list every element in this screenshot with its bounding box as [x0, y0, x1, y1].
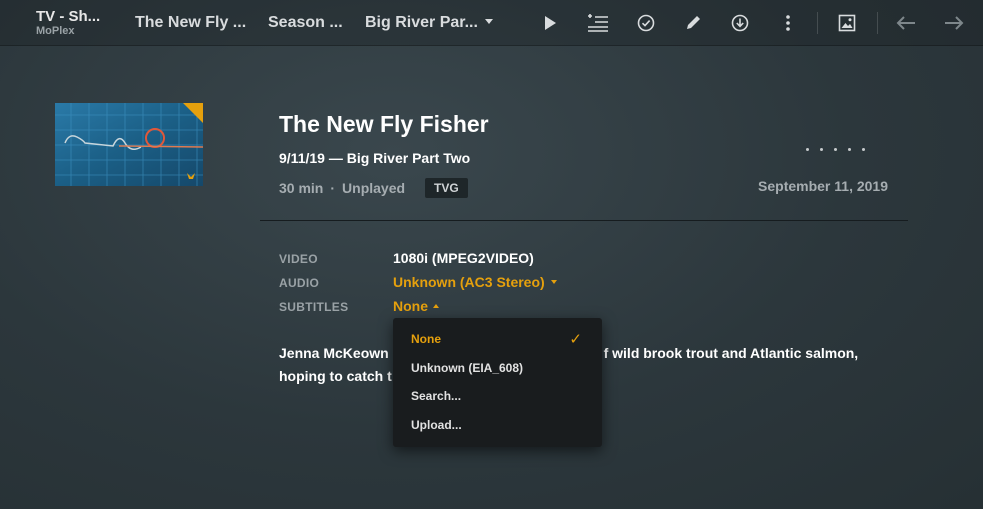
breadcrumb-show[interactable]: The New Fly ... [135, 14, 246, 32]
video-value: 1080i (MPEG2VIDEO) [393, 250, 534, 266]
unwatched-corner-badge [183, 103, 203, 123]
summary-line-1-start: Jenna McKeown [279, 345, 393, 361]
download-icon[interactable] [728, 11, 752, 35]
rating-dot[interactable] [806, 148, 809, 151]
episode-thumbnail-image [55, 103, 203, 186]
breadcrumb-season[interactable]: Season ... [268, 14, 343, 32]
mark-watched-icon[interactable] [634, 11, 658, 35]
audio-value: Unknown (AC3 Stereo) [393, 274, 545, 290]
option-label: Unknown (EIA_608) [411, 360, 524, 375]
content-rating-badge: TVG [425, 178, 468, 198]
air-date: September 11, 2019 [758, 178, 888, 194]
library-title: TV - Sh... [36, 8, 101, 25]
star-rating[interactable] [806, 148, 865, 151]
forward-arrow-icon[interactable] [942, 11, 966, 35]
toolbar-divider [817, 12, 818, 34]
episode-thumbnail[interactable] [55, 103, 203, 186]
subtitles-value: None [393, 298, 428, 314]
artwork-icon[interactable] [835, 11, 859, 35]
rating-dot[interactable] [848, 148, 851, 151]
rating-dot[interactable] [834, 148, 837, 151]
back-arrow-icon[interactable] [894, 11, 918, 35]
episode-title: 9/11/19 — Big River Part Two [279, 150, 471, 166]
play-icon[interactable] [538, 11, 562, 35]
subtitles-dropdown-menu: None ✓ Unknown (EIA_608) Search... Uploa… [393, 318, 602, 447]
breadcrumb-episode-label: Big River Par... [365, 14, 478, 31]
meta-separator: · [330, 180, 336, 196]
toolbar-divider [877, 12, 878, 34]
add-to-queue-icon[interactable] [586, 11, 610, 35]
library-switcher[interactable]: TV - Sh... MoPlex [36, 8, 100, 38]
play-status: Unplayed [342, 180, 406, 196]
rating-dot[interactable] [820, 148, 823, 151]
chevron-down-icon [484, 19, 493, 24]
subtitles-label: SUBTITLES [279, 300, 349, 314]
chevron-down-icon [550, 280, 557, 284]
episode-meta: 30 min · Unplayed TVG [279, 178, 468, 198]
subtitles-select[interactable]: None [393, 298, 439, 314]
audio-select[interactable]: Unknown (AC3 Stereo) [393, 274, 557, 290]
server-name: MoPlex [36, 25, 75, 37]
subtitle-option-search[interactable]: Search... [393, 382, 602, 411]
checkmark-icon: ✓ [569, 331, 582, 348]
section-divider [260, 220, 908, 221]
subtitle-option-eia608[interactable]: Unknown (EIA_608) [393, 354, 602, 383]
subtitle-option-none[interactable]: None ✓ [393, 325, 602, 354]
subtitle-option-upload[interactable]: Upload... [393, 411, 602, 440]
option-label: Upload... [411, 417, 462, 432]
edit-icon[interactable] [681, 11, 705, 35]
top-bar: TV - Sh... MoPlex The New Fly ... Season… [0, 0, 983, 46]
show-title[interactable]: The New Fly Fisher [279, 111, 489, 138]
breadcrumb-episode[interactable]: Big River Par... [365, 14, 493, 32]
audio-label: AUDIO [279, 276, 320, 290]
option-label: Search... [411, 389, 462, 404]
more-icon[interactable] [776, 11, 800, 35]
summary-line-1-end: f wild brook trout and Atlantic salmon, [603, 345, 859, 361]
video-label: VIDEO [279, 252, 318, 266]
duration: 30 min [279, 180, 324, 196]
chevron-up-icon [433, 304, 439, 308]
option-label: None [411, 332, 441, 347]
rating-dot[interactable] [862, 148, 865, 151]
